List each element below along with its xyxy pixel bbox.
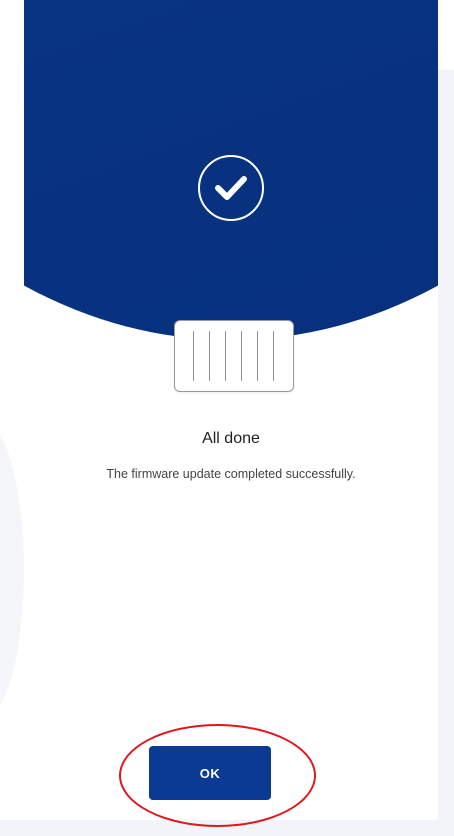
page-title: All done (202, 430, 260, 447)
device-slot (225, 331, 227, 381)
firmware-device-icon (174, 320, 294, 392)
ok-button[interactable]: OK (149, 746, 271, 800)
background-shape-right (438, 70, 454, 836)
page: All done The firmware update completed s… (0, 0, 454, 836)
device-slot (193, 331, 195, 381)
background-shape-bottom (0, 820, 454, 836)
checkmark-circle-icon (198, 155, 264, 221)
update-complete-screen: All done The firmware update completed s… (24, 0, 438, 820)
device-slot (273, 331, 275, 381)
device-slot (241, 331, 243, 381)
background-shape-left (0, 420, 24, 720)
checkmark-icon (215, 176, 247, 200)
status-message: The firmware update completed successful… (106, 467, 356, 481)
device-slot (257, 331, 259, 381)
device-slot (209, 331, 211, 381)
